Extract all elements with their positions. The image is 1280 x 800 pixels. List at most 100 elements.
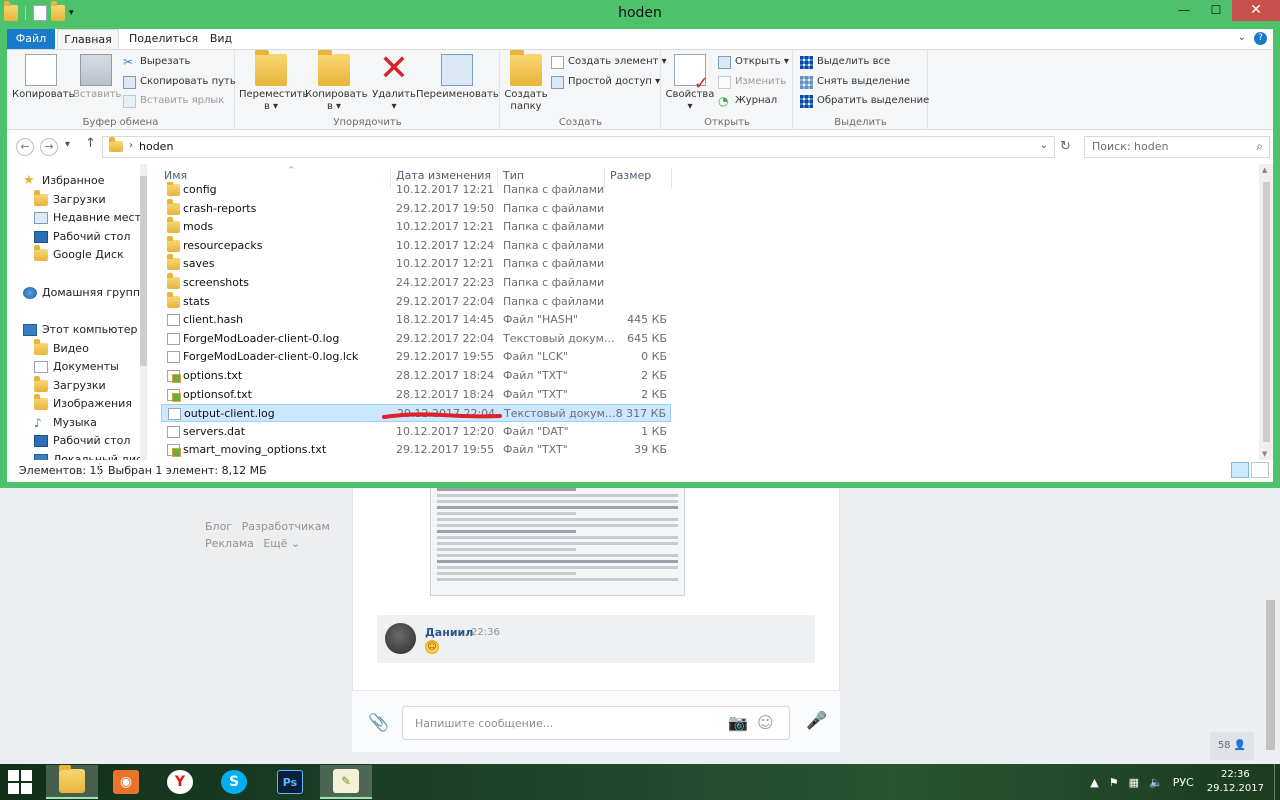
taskbar-file-explorer[interactable] [46, 765, 98, 799]
vk-attached-screenshot[interactable] [430, 478, 685, 596]
table-row[interactable]: options.txt 28.12.2017 18:24 Файл "TXT" 2 К… [161, 367, 671, 385]
language-indicator[interactable]: РУС [1173, 776, 1194, 789]
nav-local-disk[interactable]: Локальный диск [34, 451, 147, 460]
avatar[interactable] [385, 623, 416, 654]
rename-button[interactable]: Переименовать [416, 54, 499, 101]
page-scrollbar[interactable] [1266, 600, 1275, 750]
taskbar-media-center[interactable]: ◉ [100, 765, 152, 799]
select-all-button[interactable]: Выделить все [800, 53, 890, 71]
file-list-scrollbar[interactable]: ▲ ▼ [1259, 164, 1273, 460]
help-icon[interactable]: ? [1254, 32, 1267, 45]
paste-shortcut-button[interactable]: Вставить ярлык [123, 92, 224, 110]
table-row[interactable]: stats 29.12.2017 22:04 Папка с файлами [161, 292, 671, 311]
copy-path-button[interactable]: Скопировать путь [123, 73, 236, 91]
address-field[interactable]: › hoden ⌄ [102, 136, 1055, 158]
title-bar[interactable]: ▾ hoden — ☐ ✕ [0, 0, 1280, 29]
tab-share[interactable]: Поделиться [129, 29, 198, 49]
tab-home[interactable]: Главная [57, 29, 119, 49]
volume-icon[interactable]: 🔈 [1149, 776, 1163, 789]
address-dropdown-icon[interactable]: ⌄ [1040, 140, 1048, 151]
taskbar-yandex-browser[interactable]: Y [154, 765, 206, 799]
nav-music[interactable]: ♪ Музыка [34, 414, 97, 432]
nav-downloads[interactable]: Загрузки [34, 190, 106, 209]
forward-button[interactable]: → [40, 138, 58, 156]
vk-link-blog[interactable]: Блог [205, 520, 232, 533]
nav-videos[interactable]: Видео [34, 339, 89, 358]
table-row[interactable]: crash-reports 29.12.2017 19:50 Папка с фай… [161, 199, 671, 218]
table-row[interactable]: servers.dat 10.12.2017 12:20 Файл "DAT" 1 К… [161, 423, 671, 441]
search-input[interactable]: Поиск: hoden ⌕ [1084, 136, 1270, 158]
table-row[interactable]: ForgeModLoader-client-0.log.lck 29.12.201… [161, 348, 671, 366]
refresh-icon[interactable]: ↻ [1060, 139, 1071, 154]
taskbar-notepad-plus[interactable]: ✎ [320, 765, 372, 799]
tab-file[interactable]: Файл [7, 29, 55, 49]
edit-button[interactable]: Изменить [718, 73, 786, 91]
online-counter[interactable]: 58 👤 [1210, 732, 1254, 760]
tray-expand-icon[interactable]: ▲ [1090, 776, 1098, 789]
breadcrumb[interactable]: hoden [139, 140, 173, 153]
recent-locations-icon[interactable]: ▾ [65, 139, 70, 150]
table-row[interactable]: smart_moving_options.txt 29.12.2017 19:55… [161, 441, 671, 459]
nav-desktop[interactable]: Рабочий стол [34, 228, 130, 246]
nav-google-drive[interactable]: Google Диск [34, 245, 124, 264]
table-row[interactable]: config 10.12.2017 12:21 Папка с файлами [161, 182, 671, 199]
new-folder-button[interactable]: Создать папку [504, 50, 548, 113]
taskbar-skype[interactable]: S [208, 765, 260, 799]
table-row[interactable]: saves 10.12.2017 12:21 Папка с файлами [161, 254, 671, 273]
table-row[interactable]: mods 10.12.2017 12:21 Папка с файлами [161, 217, 671, 236]
windows-start-button[interactable] [8, 770, 32, 794]
copy-to-button[interactable]: Копировать в ▾ [305, 50, 367, 113]
microphone-icon[interactable]: 🎤 [806, 711, 827, 731]
delete-button[interactable]: ✕ Удалить ▾ [372, 51, 416, 113]
new-item-button[interactable]: Создать элемент ▾ [551, 53, 667, 71]
table-row[interactable]: client.hash 18.12.2017 14:45 Файл "HASH" 44… [161, 311, 671, 329]
ribbon-expand-icon[interactable]: ⌄ [1238, 32, 1246, 45]
breadcrumb-chevron-icon[interactable]: › [129, 140, 133, 151]
vk-link-more[interactable]: Ещё ⌄ [263, 537, 300, 550]
nav-pc-downloads[interactable]: Загрузки [34, 376, 106, 395]
action-center-icon[interactable]: ⚑ [1109, 776, 1119, 789]
paste-button[interactable]: Вставить [73, 54, 121, 101]
up-arrow-icon[interactable]: ↑ [85, 136, 96, 151]
invert-selection-button[interactable]: Обратить выделение [800, 92, 929, 110]
nav-this-pc[interactable]: Этот компьютер [23, 321, 138, 339]
copy-button[interactable]: Копировать [12, 54, 74, 101]
table-row[interactable]: ForgeModLoader-client-0.log 29.12.2017 22… [161, 330, 671, 348]
properties-button[interactable]: Свойства ▾ [665, 54, 715, 113]
vk-message-author[interactable]: Даниил [425, 626, 473, 639]
scroll-down-icon[interactable]: ▼ [1262, 450, 1267, 458]
tab-view[interactable]: Вид [203, 29, 239, 49]
scroll-up-icon[interactable]: ▲ [1262, 166, 1267, 174]
nav-scrollbar[interactable] [140, 164, 147, 460]
nav-pc-desktop[interactable]: Рабочий стол [34, 432, 130, 450]
nav-favorites[interactable]: ★ Избранное [23, 172, 104, 190]
history-button[interactable]: ◔ Журнал [718, 92, 777, 110]
show-desktop-button[interactable] [1274, 764, 1280, 800]
vk-link-ads[interactable]: Реклама [205, 537, 254, 550]
attach-clip-icon[interactable]: 📎 [368, 713, 389, 733]
close-button[interactable]: ✕ [1232, 0, 1280, 21]
search-icon[interactable]: ⌕ [1256, 139, 1263, 154]
details-view-button[interactable] [1231, 462, 1249, 478]
nav-recent-places[interactable]: Недавние места [34, 209, 147, 227]
emoji-picker-icon[interactable]: ☺ [757, 713, 774, 732]
vk-link-developers[interactable]: Разработчикам [242, 520, 330, 533]
nav-documents[interactable]: Документы [34, 358, 119, 376]
camera-icon[interactable]: 📷 [728, 713, 748, 732]
easy-access-button[interactable]: Простой доступ ▾ [551, 73, 660, 91]
large-icons-view-button[interactable] [1251, 462, 1269, 478]
select-none-button[interactable]: Снять выделение [800, 73, 910, 91]
back-button[interactable]: ← [16, 138, 34, 156]
cut-button[interactable]: ✂ Вырезать [123, 53, 190, 71]
nav-pictures[interactable]: Изображения [34, 394, 132, 413]
table-row[interactable]: resourcepacks 10.12.2017 12:24 Папка с фай… [161, 236, 671, 255]
table-row[interactable]: screenshots 24.12.2017 22:23 Папка с файла… [161, 273, 671, 292]
move-to-button[interactable]: Переместить в ▾ [239, 50, 308, 113]
nav-homegroup[interactable]: Домашняя группа [23, 284, 147, 302]
minimize-button[interactable]: — [1168, 0, 1200, 21]
table-row[interactable]: optionsof.txt 28.12.2017 18:24 Файл "TXT" 2… [161, 386, 671, 404]
open-button[interactable]: Открыть ▾ [718, 53, 789, 71]
taskbar-photoshop[interactable]: Ps [264, 765, 316, 799]
network-icon[interactable]: ▦ [1129, 776, 1139, 789]
clock[interactable]: 22:36 29.12.2017 [1207, 768, 1264, 796]
